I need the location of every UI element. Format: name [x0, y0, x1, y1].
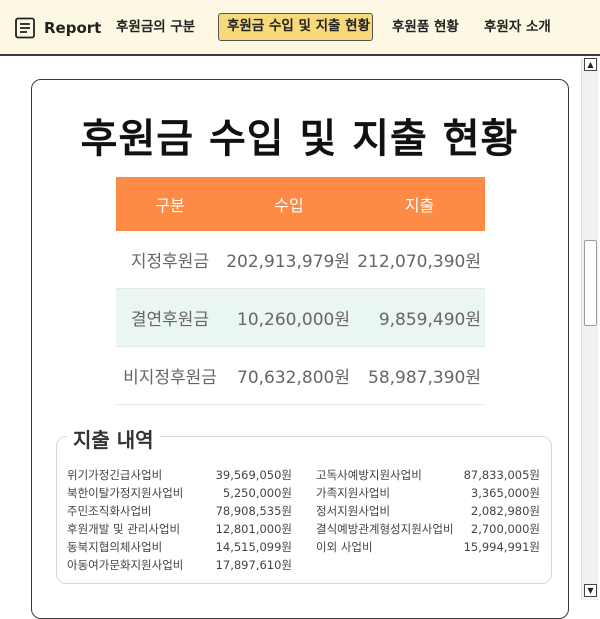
- scrollbar-thumb[interactable]: [584, 240, 597, 326]
- income-expense-table: 구분 수입 지출 지정후원금 202,913,979원 212,070,390원…: [116, 177, 485, 405]
- header-category: 구분: [116, 177, 224, 231]
- item-amount: 15,994,991원: [463, 540, 540, 554]
- item-label: 위기가정긴급사업비: [67, 468, 163, 482]
- row-income: 202,913,979원: [224, 231, 354, 289]
- item-label: 주민조직화사업비: [67, 504, 152, 518]
- table-row: 비지정후원금 70,632,800원 58,987,390원: [116, 346, 485, 405]
- item-amount: 39,569,050원: [215, 468, 292, 482]
- item-label: 동북지협의체사업비: [67, 540, 163, 554]
- document-list-icon: [15, 17, 35, 39]
- triangle-down-icon[interactable]: ▼: [584, 584, 597, 597]
- nav-item-donation-types[interactable]: 후원금의 구분: [108, 13, 203, 41]
- list-item: 주민조직화사업비 78,908,535원: [67, 502, 292, 520]
- item-amount: 87,833,005원: [463, 468, 540, 482]
- item-label: 고독사예방지원사업비: [316, 468, 422, 482]
- list-item: 고독사예방지원사업비 87,833,005원: [316, 466, 540, 484]
- nav-item-income-expense[interactable]: 후원금 수입 및 지출 현황: [218, 13, 373, 41]
- nav-item-donated-goods[interactable]: 후원품 현황: [384, 13, 467, 41]
- list-item: 후원개발 및 관리사업비 12,801,000원: [67, 520, 292, 538]
- brand-label: Report: [44, 19, 102, 37]
- list-item: 위기가정긴급사업비 39,569,050원: [67, 466, 292, 484]
- list-item: 아동여가문화지원사업비 17,897,610원: [67, 556, 292, 574]
- table-row: 결연후원금 10,260,000원 9,859,490원: [116, 288, 485, 347]
- table-row: 지정후원금 202,913,979원 212,070,390원: [116, 231, 485, 289]
- item-label: 정서지원사업비: [316, 504, 391, 518]
- brand-link[interactable]: Report: [14, 14, 101, 42]
- item-amount: 3,365,000원: [470, 486, 540, 500]
- item-amount: 2,082,980원: [470, 504, 540, 518]
- list-item: 북한이탈가정지원사업비 5,250,000원: [67, 484, 292, 502]
- row-category: 비지정후원금: [116, 346, 224, 405]
- item-amount: 17,897,610원: [215, 558, 292, 572]
- item-label: 북한이탈가정지원사업비: [67, 486, 184, 500]
- page-title: 후원금 수입 및 지출 현황: [80, 116, 519, 162]
- item-label: 결식예방관계형성지원사업비: [316, 522, 454, 536]
- triangle-up-icon[interactable]: ▲: [584, 58, 597, 71]
- expense-list-left: 위기가정긴급사업비 39,569,050원 북한이탈가정지원사업비 5,250,00…: [67, 466, 292, 574]
- row-income: 70,632,800원: [224, 346, 354, 405]
- item-amount: 14,515,099원: [215, 540, 292, 554]
- expense-list-right: 고독사예방지원사업비 87,833,005원 가족지원사업비 3,365,000원 …: [316, 466, 540, 556]
- nav-item-donor-intro[interactable]: 후원자 소개: [476, 13, 559, 41]
- row-category: 지정후원금: [116, 231, 224, 289]
- item-label: 아동여가문화지원사업비: [67, 558, 184, 572]
- item-label: 이외 사업비: [316, 540, 373, 554]
- item-amount: 5,250,000원: [222, 486, 292, 500]
- table-header-row: 구분 수입 지출: [116, 177, 485, 231]
- row-expense: 58,987,390원: [354, 346, 485, 405]
- list-item: 동북지협의체사업비 14,515,099원: [67, 538, 292, 556]
- list-item: 가족지원사업비 3,365,000원: [316, 484, 540, 502]
- list-item: 이외 사업비 15,994,991원: [316, 538, 540, 556]
- header-income: 수입: [224, 177, 354, 231]
- item-label: 가족지원사업비: [316, 486, 391, 500]
- row-income: 10,260,000원: [224, 288, 354, 347]
- list-item: 정서지원사업비 2,082,980원: [316, 502, 540, 520]
- expense-details-heading: 지출 내역: [67, 424, 160, 453]
- list-item: 결식예방관계형성지원사업비 2,700,000원: [316, 520, 540, 538]
- item-amount: 12,801,000원: [215, 522, 292, 536]
- item-label: 후원개발 및 관리사업비: [67, 522, 181, 536]
- header-expense: 지출: [354, 177, 485, 231]
- row-expense: 212,070,390원: [354, 231, 485, 289]
- item-amount: 2,700,000원: [470, 522, 540, 536]
- row-category: 결연후원금: [116, 288, 224, 347]
- vertical-scrollbar[interactable]: ▲ ▼: [581, 58, 598, 600]
- top-navigation: Report 후원금의 구분 후원금 수입 및 지출 현황 후원품 현황 후원자…: [0, 0, 600, 56]
- row-expense: 9,859,490원: [354, 288, 485, 347]
- item-amount: 78,908,535원: [215, 504, 292, 518]
